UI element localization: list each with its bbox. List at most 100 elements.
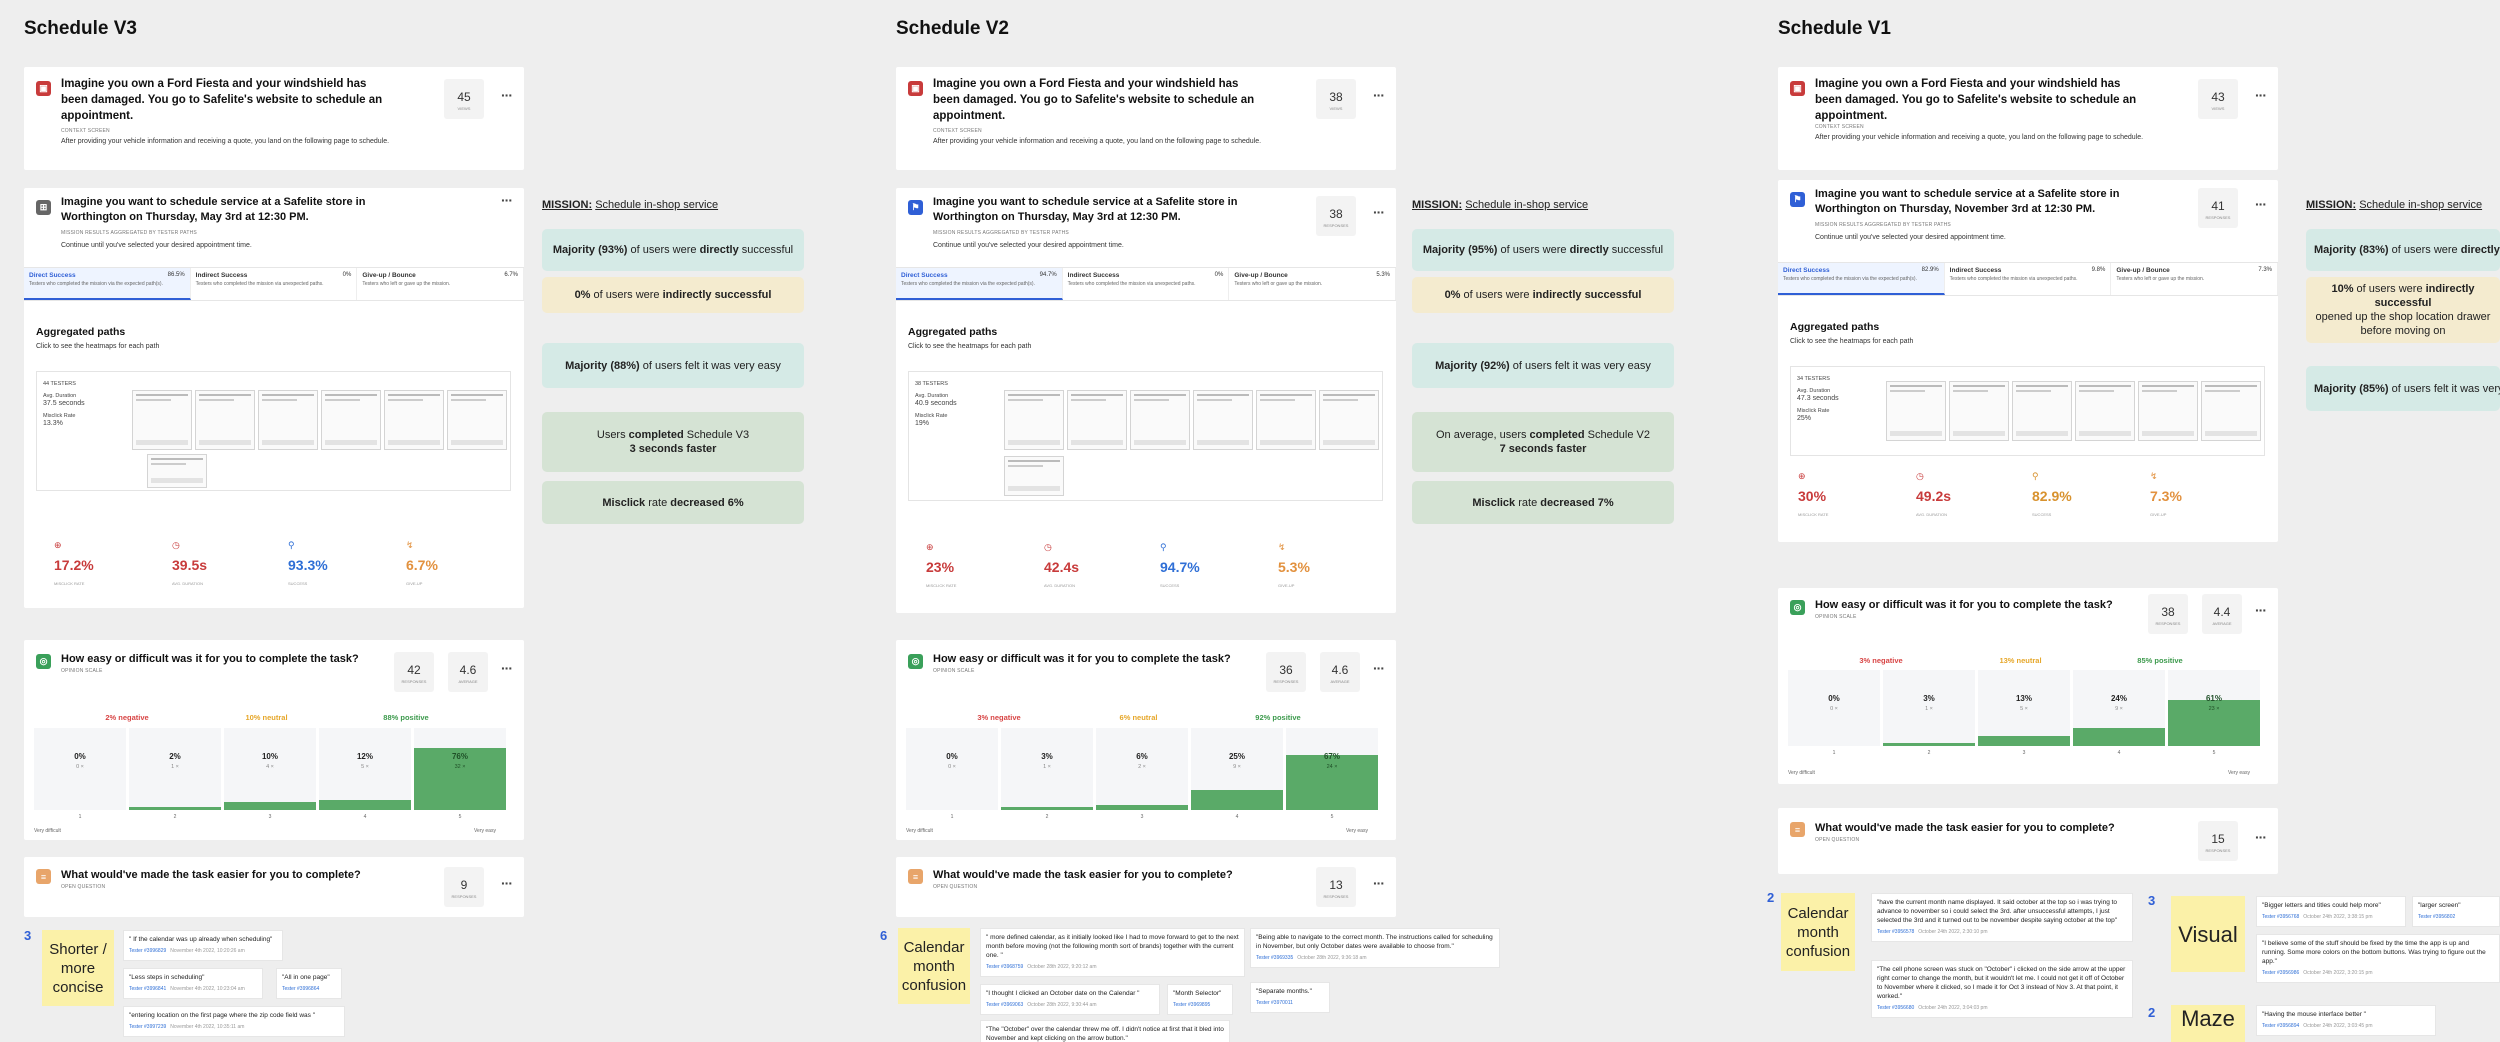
quote-card[interactable]: " If the calendar was up already when sc… [123, 930, 283, 961]
screen-thumb[interactable] [384, 390, 444, 450]
more-menu-icon[interactable]: ··· [1373, 87, 1385, 103]
path-graph[interactable]: 34 TESTERS Avg. Duration 47.3 seconds Mi… [1790, 366, 2265, 456]
quote-card[interactable]: "I thought I clicked an October date on … [980, 984, 1160, 1015]
opinion-bars: 0% 0 × 1 2% 1 × 2 10% 4 × 3 12% 5 × 4 76% 32 × 5 [34, 728, 509, 820]
mission-desc: Continue until you've selected your desi… [1815, 234, 2006, 241]
opinion-bars: 0% 0 × 1 3% 1 × 2 13% 5 × 3 24% 9 × 4 61% 23 × 5 [1788, 670, 2263, 756]
difficulty-card-v3[interactable]: ◎ How easy or difficult was it for you t… [24, 640, 524, 840]
context-title: Imagine you own a Ford Fiesta and your w… [1815, 78, 2137, 122]
easier-card-v3[interactable]: ≡ What would've made the task easier for… [24, 857, 524, 917]
quote-card[interactable]: "larger screen" Tester #3956802 [2412, 896, 2500, 927]
screen-thumb[interactable] [447, 390, 507, 450]
difficulty-card-v1[interactable]: ◎ How easy or difficult was it for you t… [1778, 588, 2278, 784]
screen-thumb[interactable] [1886, 381, 1946, 441]
open-question-icon: ≡ [36, 869, 51, 884]
screen-thumb[interactable] [1193, 390, 1253, 450]
tab-give-up[interactable]: Give-up / Bounce 5.3% Testers who left or … [1229, 268, 1397, 300]
more-menu-icon[interactable]: ··· [2255, 829, 2267, 845]
screen-thumb[interactable] [195, 390, 255, 450]
metric-giveup: ↯ 6.7% Give-up [406, 540, 438, 586]
mission-desc: Continue until you've selected your desi… [933, 242, 1124, 249]
quote-card[interactable]: "Separate months." Tester #3970011 [1250, 982, 1330, 1013]
easier-card-v1[interactable]: ≡ What would've made the task easier for… [1778, 808, 2278, 874]
screen-thumb[interactable] [1067, 390, 1127, 450]
more-menu-icon[interactable]: ··· [501, 192, 513, 208]
opinion-bar-count: 23 × [2208, 706, 2220, 712]
screen-thumb[interactable] [1949, 381, 2009, 441]
more-menu-icon[interactable]: ··· [1373, 875, 1385, 891]
easier-sub: OPEN QUESTION [1815, 837, 1860, 843]
screen-thumb[interactable] [1130, 390, 1190, 450]
quote-card[interactable]: "Less steps in scheduling" Tester #399684… [123, 968, 263, 999]
path-graph[interactable]: 38 TESTERS Avg. Duration 40.9 seconds Mi… [908, 371, 1383, 501]
screen-thumb[interactable] [2138, 381, 2198, 441]
quote-card[interactable]: "All in one page" Tester #3996864 [276, 968, 342, 999]
more-menu-icon[interactable]: ··· [501, 875, 513, 891]
sticky-note[interactable]: Visual [2171, 896, 2245, 972]
tab-direct-success[interactable]: Direct Success 94.7% Testers who completed… [896, 268, 1063, 300]
difficulty-card-v2[interactable]: ◎ How easy or difficult was it for you t… [896, 640, 1396, 840]
more-menu-icon[interactable]: ··· [501, 87, 513, 103]
context-card-v3[interactable]: ▣ Imagine you own a Ford Fiesta and your… [24, 67, 524, 170]
more-menu-icon[interactable]: ··· [501, 660, 513, 676]
quote-card[interactable]: "The cell phone screen was stuck on "Oct… [1871, 960, 2133, 1018]
tab-indirect-success[interactable]: Indirect Success 0% Testers who completed … [191, 268, 358, 300]
sticky-note[interactable]: Calendar month confusion [1781, 893, 1855, 971]
screen-thumb[interactable] [1256, 390, 1316, 450]
path-graph[interactable]: 44 TESTERS Avg. Duration 37.5 seconds Mi… [36, 371, 511, 491]
tab-direct-success[interactable]: Direct Success 86.5% Testers who completed… [24, 268, 191, 300]
responses-count: 9 Responses [444, 867, 484, 907]
screen-thumb[interactable] [2012, 381, 2072, 441]
more-menu-icon[interactable]: ··· [1373, 204, 1385, 220]
mission-card-v3[interactable]: ⊞ Imagine you want to schedule service a… [24, 188, 525, 608]
quote-card[interactable]: "I believe some of the stuff should be f… [2256, 934, 2500, 983]
mission-icon: ⚑ [1790, 192, 1805, 207]
context-card-v2[interactable]: ▣ Imagine you own a Ford Fiesta and your… [896, 67, 1396, 170]
mission-card-v2[interactable]: ⚑ Imagine you want to schedule service a… [896, 188, 1397, 613]
responses-count: 13 Responses [1316, 867, 1356, 907]
tab-indirect-success[interactable]: Indirect Success 9.8% Testers who complete… [1945, 263, 2112, 295]
callout-indirect-success: 10% of users were indirectly successful … [2306, 277, 2500, 343]
responses-count: 15 Responses [2198, 821, 2238, 861]
easier-card-v2[interactable]: ≡ What would've made the task easier for… [896, 857, 1396, 917]
easier-title: What would've made the task easier for y… [61, 869, 361, 881]
quote-card[interactable]: "The "October" over the calendar threw m… [980, 1020, 1230, 1042]
quote-card[interactable]: "Bigger letters and titles could help mo… [2256, 896, 2406, 927]
sticky-note[interactable]: Calendar month confusion [898, 928, 970, 1004]
tab-give-up[interactable]: Give-up / Bounce 6.7% Testers who left or … [357, 268, 525, 300]
quote-card[interactable]: " more defined calendar, as it initially… [980, 928, 1245, 977]
sticky-note[interactable]: Shorter / more concise [42, 930, 114, 1006]
screen-thumb[interactable] [147, 454, 207, 488]
screen-thumb[interactable] [1004, 390, 1064, 450]
tab-give-up[interactable]: Give-up / Bounce 7.3% Testers who left or … [2111, 263, 2279, 295]
more-menu-icon[interactable]: ··· [1373, 660, 1385, 676]
screen-thumb[interactable] [258, 390, 318, 450]
screen-thumb[interactable] [321, 390, 381, 450]
tab-direct-success[interactable]: Direct Success 82.9% Testers who completed… [1778, 263, 1945, 295]
screen-thumb[interactable] [1004, 456, 1064, 496]
aggregated-paths-sub: Click to see the heatmaps for each path [1790, 338, 1914, 345]
quote-card[interactable]: "Month Selector" Tester #3969895 [1167, 984, 1233, 1015]
screen-thumb[interactable] [2201, 381, 2261, 441]
more-menu-icon[interactable]: ··· [2255, 87, 2267, 103]
opinion-bar: 3% 1 × 2 [1883, 670, 1975, 756]
quote-card[interactable]: "entering location on the first page whe… [123, 1006, 345, 1037]
more-menu-icon[interactable]: ··· [2255, 196, 2267, 212]
positive-label: 85% positive [2137, 656, 2183, 665]
quote-card[interactable]: "Being able to navigate to the correct m… [1250, 928, 1500, 968]
opinion-bar-pct: 67% [1323, 752, 1340, 761]
context-card-v1[interactable]: ▣ Imagine you own a Ford Fiesta and your… [1778, 67, 2278, 170]
metric-misclick: ⊕ 17.2% Misclick rate [54, 540, 94, 586]
screen-thumb[interactable] [132, 390, 192, 450]
mission-card-v1[interactable]: ⚑ Imagine you want to schedule service a… [1778, 180, 2279, 542]
mission-sub: MISSION RESULTS AGGREGATED BY TESTER PAT… [1815, 222, 1951, 228]
screen-thumb[interactable] [2075, 381, 2135, 441]
quote-card[interactable]: "have the current month name displayed. … [1871, 893, 2133, 942]
callout-easy: Majority (92%) of users felt it was very… [1412, 343, 1674, 388]
screen-thumb[interactable] [1319, 390, 1379, 450]
quote-card[interactable]: "Having the mouse interface better " Test… [2256, 1005, 2436, 1036]
axis-left-label: Very difficult [906, 828, 933, 834]
sticky-note[interactable]: Maze [2171, 1005, 2245, 1042]
tab-indirect-success[interactable]: Indirect Success 0% Testers who completed … [1063, 268, 1230, 300]
more-menu-icon[interactable]: ··· [2255, 602, 2267, 618]
